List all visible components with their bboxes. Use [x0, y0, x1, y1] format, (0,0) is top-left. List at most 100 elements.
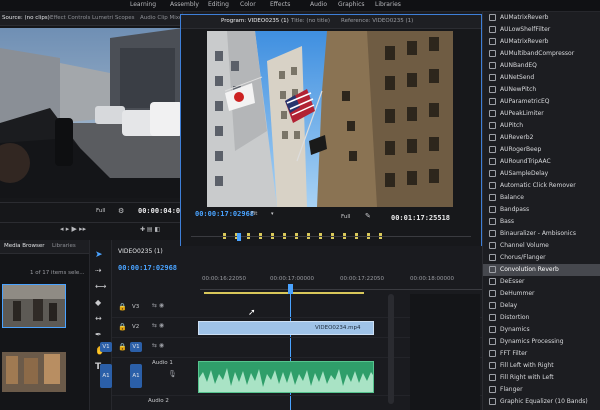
tab-effect-controls[interactable]: Effect Controls [50, 15, 90, 21]
effect-item[interactable]: AUNewPitch [483, 84, 600, 96]
tab-source[interactable]: Source: (no clips) [2, 15, 50, 21]
clip-thumbnail[interactable] [2, 284, 66, 328]
work-area-bar[interactable] [204, 292, 364, 294]
effect-item[interactable]: DeHummer [483, 288, 600, 300]
ruler-label: 00:00:16:22050 [202, 276, 247, 282]
wrench-icon[interactable]: ⚙ [118, 207, 124, 215]
workspace-tab-graphics[interactable]: Graphics [338, 1, 365, 8]
workspace-tab-assembly[interactable]: Assembly [170, 1, 199, 8]
lock-icon[interactable]: 🔒 [118, 343, 127, 351]
source-export-icons[interactable]: ✚ ▤ ◧ [140, 226, 160, 233]
ripple-edit-icon[interactable]: ⟷ [95, 282, 106, 293]
source-video-frame [0, 28, 183, 198]
program-current-timecode[interactable]: 00:00:17:02968 [195, 210, 254, 218]
effect-item[interactable]: FFT Filter [483, 348, 600, 360]
effect-item[interactable]: Bandpass [483, 204, 600, 216]
tab-lumetri-scopes[interactable]: Lumetri Scopes [92, 15, 135, 21]
selection-tool-icon[interactable]: ➤ [95, 250, 106, 261]
track-label: V2 [132, 324, 140, 330]
effect-item[interactable]: AUReverb2 [483, 132, 600, 144]
source-patch-v1[interactable]: V1 [100, 342, 112, 352]
effect-item[interactable]: Chorus/Flanger [483, 252, 600, 264]
track-target-a1[interactable]: A1 [130, 364, 142, 388]
mouse-cursor-icon: ➚ [248, 308, 256, 318]
effect-item[interactable]: AUParametricEQ [483, 96, 600, 108]
audio-waveform [199, 368, 373, 392]
effect-item[interactable]: AURoundTripAAC [483, 156, 600, 168]
effects-panel: AUMatrixReverb AULowShelfFilter AUMatrix… [482, 12, 600, 410]
program-resolution-select[interactable]: Full [341, 214, 350, 220]
razor-tool-icon[interactable]: ◆ [95, 298, 106, 309]
microphone-icon[interactable]: 🎙 [168, 370, 177, 378]
effect-item[interactable]: Fill Left with Right [483, 360, 600, 372]
marker-strip[interactable] [221, 225, 421, 239]
tab-reference[interactable]: Reference: VIDEO0235 (1) [341, 18, 413, 24]
video-clip[interactable]: VIDEO0234.mp4 [198, 321, 374, 335]
effect-item[interactable]: AUNBandEQ [483, 60, 600, 72]
effect-item[interactable]: AULowShelfFilter [483, 24, 600, 36]
wrench-icon-program[interactable]: ✎ [365, 212, 371, 220]
track-select-icon[interactable]: ⇢ [95, 266, 106, 277]
tab-program[interactable]: Program: VIDEO0235 (1) [221, 18, 289, 24]
effect-item[interactable]: AUPeakLimiter [483, 108, 600, 120]
ruler-label: 00:00:18:00000 [410, 276, 455, 282]
audio-clip[interactable] [198, 361, 374, 393]
program-fit-select[interactable]: Fit [251, 211, 257, 217]
effect-item[interactable]: Binauralizer - Ambisonics [483, 228, 600, 240]
timeline-timecode[interactable]: 00:00:17:02968 [118, 264, 177, 272]
timeline-ruler[interactable]: 00:00:16:22050 00:00:17:00000 00:00:17:2… [200, 276, 482, 290]
program-video-frame [207, 31, 453, 207]
effect-item[interactable]: Graphic Equalizer (10 Bands) [483, 396, 600, 408]
effect-item[interactable]: Balance [483, 192, 600, 204]
track-toggle-icons[interactable]: ⇆ ◉ [152, 342, 164, 349]
workspace-tab-color[interactable]: Color [240, 1, 256, 8]
timeline-scrollbar[interactable] [388, 294, 394, 404]
source-tabs: Source: (no clips) Effect Controls Lumet… [0, 12, 212, 26]
source-fit-select[interactable]: Full [96, 208, 105, 214]
effect-item[interactable]: AUSampleDelay [483, 168, 600, 180]
project-panel: Media Browser Libraries 1 of 17 items se… [0, 240, 90, 410]
effect-item[interactable]: AUMultibandCompressor [483, 48, 600, 60]
effect-item[interactable]: Delay [483, 300, 600, 312]
workspace-tab-audio[interactable]: Audio [310, 1, 327, 8]
slip-tool-icon[interactable]: ↔ [95, 314, 106, 325]
effect-item[interactable]: Bass [483, 216, 600, 228]
effect-item[interactable]: Automatic Click Remover [483, 180, 600, 192]
ruler-label: 00:00:17:00000 [270, 276, 315, 282]
city-flags-image [207, 31, 453, 207]
effect-item[interactable]: AUPitch [483, 120, 600, 132]
effect-item[interactable]: Dynamics Processing [483, 336, 600, 348]
effect-item[interactable]: DeEsser [483, 276, 600, 288]
chevron-down-icon[interactable]: ▾ [271, 211, 274, 217]
tab-title[interactable]: Title: (no title) [291, 18, 330, 24]
program-playhead[interactable] [237, 233, 241, 241]
effect-item[interactable]: AURogerBeep [483, 144, 600, 156]
effect-item[interactable]: Distortion [483, 312, 600, 324]
track-target-v1[interactable]: V1 [130, 342, 142, 352]
effect-item-selected[interactable]: Convolution Reverb [483, 264, 600, 276]
workspace-tab-libraries[interactable]: Libraries [375, 1, 401, 8]
workspace-tab-learning[interactable]: Learning [130, 1, 156, 8]
workspace-tab-editing[interactable]: Editing [208, 1, 229, 8]
source-playback-icons[interactable]: ◂ ▸ ▶ ▸▸ [60, 225, 86, 233]
tab-libraries[interactable]: Libraries [52, 243, 76, 249]
lock-icon[interactable]: 🔒 [118, 323, 127, 331]
effect-item[interactable]: AUMatrixReverb [483, 36, 600, 48]
timeline-playhead-handle[interactable] [288, 284, 293, 294]
effect-item[interactable]: Flanger [483, 384, 600, 396]
clip-thumbnail-2[interactable] [2, 352, 66, 392]
tab-media-browser[interactable]: Media Browser [4, 243, 45, 249]
track-toggle-icons[interactable]: ⇆ ◉ [152, 322, 164, 329]
effect-item[interactable]: Channel Volume [483, 240, 600, 252]
pen-tool-icon[interactable]: ✒ [95, 330, 106, 341]
track-toggle-icons[interactable]: ⇆ ◉ [152, 302, 164, 309]
effect-item[interactable]: AUMatrixReverb [483, 12, 600, 24]
timeline-tab[interactable]: VIDEO0235 (1) [118, 248, 163, 255]
workspace-tab-effects[interactable]: Effects [270, 1, 290, 8]
effect-item[interactable]: Fill Right with Left [483, 372, 600, 384]
lock-icon[interactable]: 🔒 [118, 303, 127, 311]
effect-item[interactable]: AUNetSend [483, 72, 600, 84]
source-patch-a1[interactable]: A1 [100, 364, 112, 388]
effect-item[interactable]: Dynamics [483, 324, 600, 336]
items-count: 1 of 17 items sele... [30, 270, 85, 276]
